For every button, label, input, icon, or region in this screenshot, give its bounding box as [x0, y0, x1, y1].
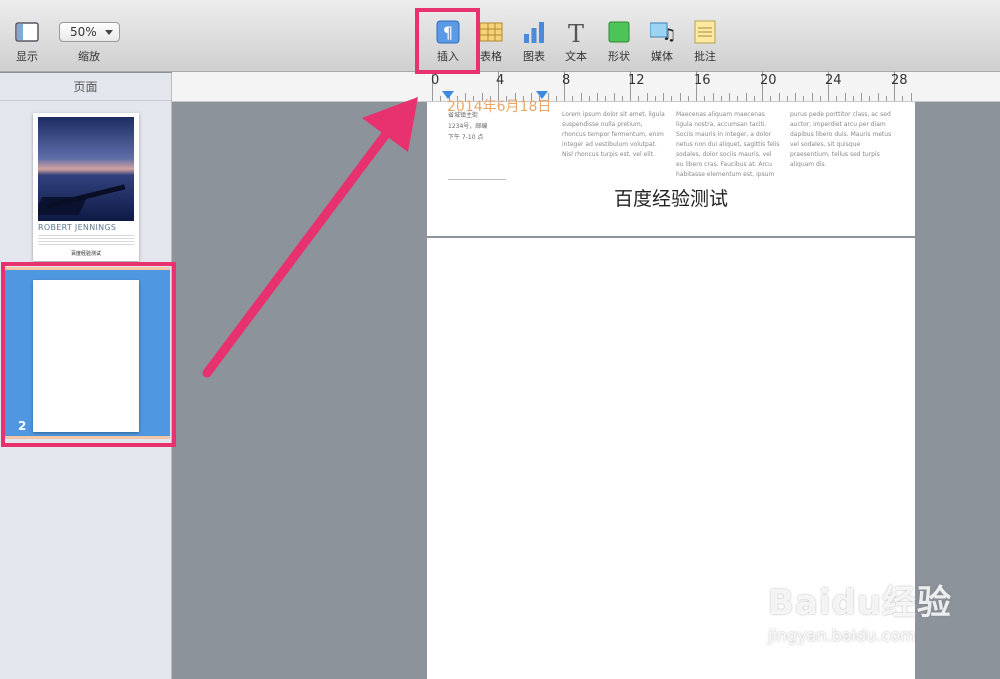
- sidebar-title: 页面: [0, 73, 171, 101]
- shape-icon: [607, 20, 631, 44]
- svg-text:♫: ♫: [662, 25, 674, 44]
- ruler-tick: [646, 93, 648, 101]
- ruler-tick: [687, 96, 689, 101]
- ruler-tick: [869, 96, 871, 101]
- comment-button[interactable]: 批注: [680, 20, 730, 64]
- thumbnail-caption: 百度经验测试: [70, 251, 101, 257]
- thumbnail-text-lines: [38, 235, 134, 245]
- ruler-right-margin: [915, 72, 1000, 102]
- ruler-tick: [786, 96, 788, 101]
- toolbar: 显示 50% 缩放 ¶ 插入 表格 图表 T 文本 形状 ♫ 媒体 批注: [0, 0, 1000, 72]
- ruler-tick: [704, 96, 706, 101]
- document-title: 百度经验测试: [613, 188, 728, 210]
- ruler-tick: [836, 96, 838, 101]
- ruler-tick: [588, 96, 590, 101]
- pier-photo: [38, 117, 134, 221]
- view-button[interactable]: 显示: [2, 20, 52, 64]
- ruler-tick: [778, 93, 780, 101]
- chevron-down-icon: [105, 30, 113, 35]
- ruler-label: 12: [628, 73, 645, 88]
- ruler-tick: [753, 96, 755, 101]
- ruler-tick: [902, 96, 904, 101]
- watermark-logo: Baidu经验: [768, 583, 953, 623]
- ruler-tick: [877, 93, 879, 101]
- thumbnail-name: ROBERT JENNINGS: [38, 223, 117, 232]
- ruler-label: 4: [496, 73, 505, 88]
- zoom-value: 50%: [70, 25, 97, 39]
- ruler-tick: [679, 93, 681, 101]
- ruler-tick: [638, 96, 640, 101]
- table-icon: [479, 20, 503, 44]
- ruler-tick: [572, 96, 574, 101]
- ruler-label: 16: [694, 73, 711, 88]
- comment-icon: [693, 20, 717, 44]
- ruler-tick: [621, 96, 623, 101]
- ruler-label: 28: [891, 73, 908, 88]
- ruler-tick: [811, 93, 813, 101]
- watermark: Baidu经验 jingyan.baidu.com: [768, 575, 952, 645]
- view-label: 显示: [16, 50, 38, 63]
- ruler-tick: [885, 96, 887, 101]
- ruler-label: 8: [562, 73, 571, 88]
- text-icon: T: [564, 20, 588, 48]
- document-address: 省城镇主街 1234号，邮编 下午 7-10 点: [448, 112, 488, 141]
- ruler-label: 24: [825, 73, 842, 88]
- ruler-tick: [737, 96, 739, 101]
- ruler-tick: [580, 93, 582, 101]
- ruler-tick: [663, 93, 664, 101]
- ruler-tick: [803, 96, 805, 101]
- ruler-tick: [712, 93, 714, 101]
- ruler-tick: [844, 93, 846, 101]
- comment-label: 批注: [694, 50, 716, 63]
- ruler-tick: [671, 96, 673, 101]
- page-thumbnail-1[interactable]: ROBERT JENNINGS 百度经验测试: [33, 113, 139, 261]
- ruler-tick: [910, 93, 912, 101]
- ruler-tick: [654, 96, 656, 101]
- document-column-1: Lorem ipsum dolor sit amet, ligula suspe…: [562, 111, 665, 158]
- ruler-label: 0: [431, 73, 440, 88]
- annotation-highlight-insert: [415, 8, 480, 74]
- view-icon: [15, 20, 39, 44]
- annotation-highlight-sidebar: [1, 262, 176, 447]
- ruler-label: 20: [760, 73, 777, 88]
- document-column-2: Maecenas aliquam maecenas ligula nostra,…: [676, 111, 780, 178]
- document-column-3: purus pede porttitor class, ac sed aucto…: [790, 111, 892, 168]
- zoom-select[interactable]: 50%: [59, 22, 120, 42]
- zoom-label: 缩放: [78, 50, 100, 63]
- document-page-1[interactable]: 2014年6月18日 省城镇主街 1234号，邮编 下午 7-10 点 Lore…: [427, 99, 915, 236]
- media-icon: ♫: [649, 20, 676, 44]
- ruler-tick: [861, 93, 862, 101]
- divider: [448, 179, 506, 180]
- ruler-tick: [852, 96, 854, 101]
- svg-text:T: T: [568, 20, 584, 44]
- ruler-tick: [729, 93, 730, 101]
- watermark-url: jingyan.baidu.com: [768, 626, 916, 645]
- ruler-tick: [605, 96, 607, 101]
- ruler-tick: [555, 96, 557, 101]
- ruler-tick: [745, 93, 747, 101]
- ruler-left-margin: [172, 72, 427, 102]
- ruler-tick: [770, 96, 772, 101]
- ruler-tick: [795, 93, 796, 101]
- ruler-tick: [613, 93, 615, 101]
- bar-chart-icon: [522, 20, 546, 44]
- ruler-tick: [597, 93, 598, 101]
- ruler-tick: [819, 96, 821, 101]
- ruler-tick: [720, 96, 722, 101]
